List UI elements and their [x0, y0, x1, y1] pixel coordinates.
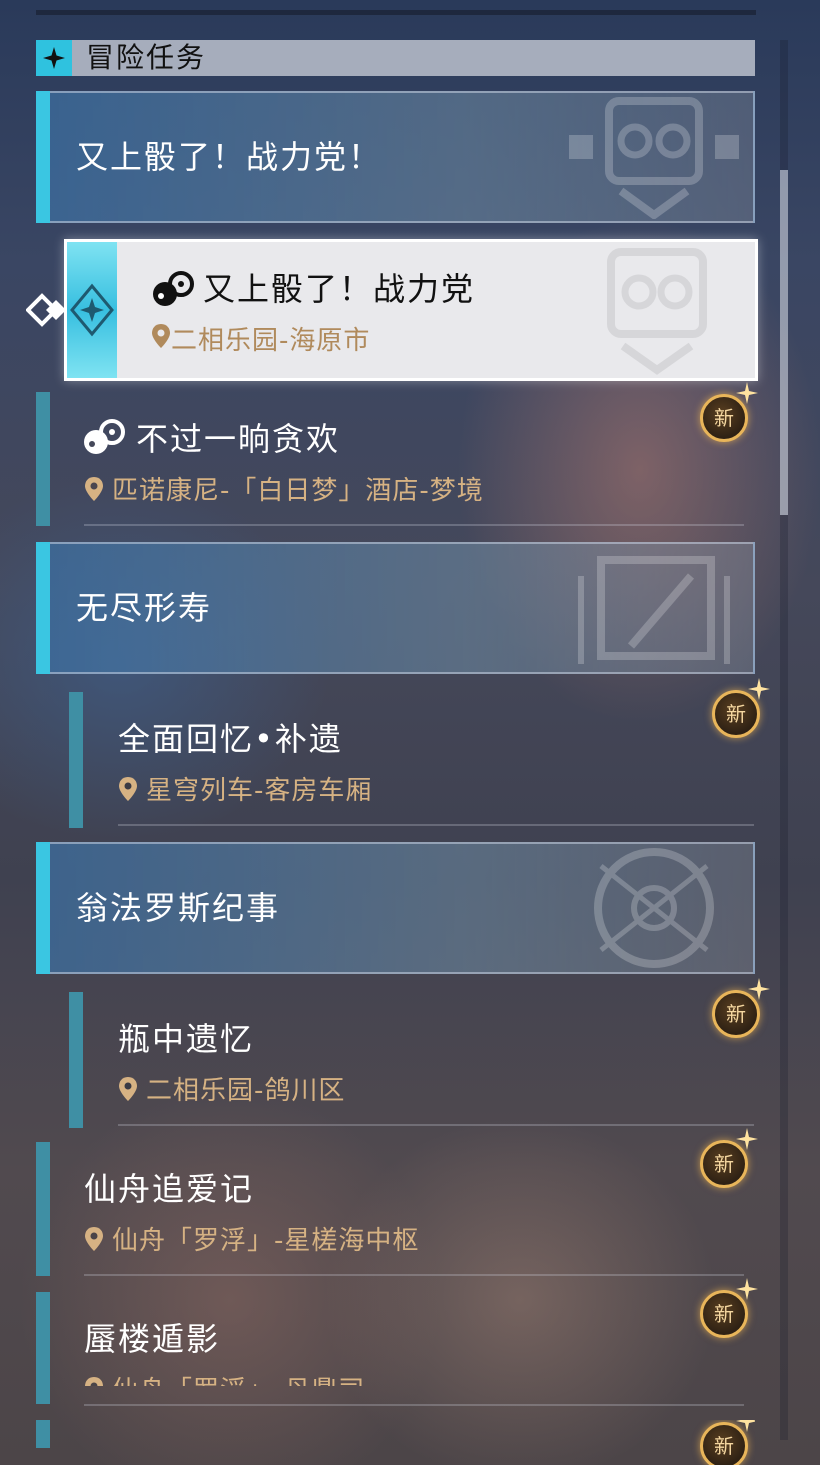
quest-item[interactable]: 瓶中遗忆 二相乐园-鸽川区 新 [36, 978, 770, 1130]
category-title: 无尽形寿 [76, 589, 213, 627]
sparkle-icon [736, 1420, 755, 1432]
quest-location: 星穹列车-客房车厢 [118, 770, 372, 807]
selected-quest-location: 二相乐园-海原市 [151, 320, 370, 357]
quest-title: 全面回忆•补遗 [118, 720, 343, 758]
round-crest-emblem-icon [594, 848, 714, 968]
four-point-star-icon [36, 40, 72, 76]
selected-quest-card[interactable]: 又上骰了！战力党 二相乐园-海原市 [64, 239, 758, 381]
quest-location-text: 仙舟「罗浮」-星槎海中枢 [112, 1226, 420, 1256]
top-divider [36, 10, 756, 15]
quest-item[interactable]: 全面回忆•补遗 星穹列车-客房车厢 新 [36, 678, 770, 830]
quest-title: 蜃楼遁影 [84, 1320, 221, 1358]
location-pin-icon [85, 1377, 103, 1386]
divider [84, 1274, 744, 1276]
quest-bar [69, 692, 83, 828]
quest-item[interactable]: 新 [36, 1420, 755, 1465]
quest-location: 匹诺康尼-「白日梦」酒店-梦境 [84, 470, 484, 507]
quest-item[interactable]: 蜃楼遁影 仙舟「罗浮」-丹鼎司 新 [36, 1278, 758, 1428]
scroll-feather-emblem-icon [578, 556, 730, 664]
divider [118, 824, 754, 826]
section-header: 冒险任务 [36, 40, 755, 76]
quest-location-text: 仙舟「罗浮」-丹鼎司 [112, 1376, 365, 1386]
selection-arrow-icon [26, 293, 66, 327]
new-badge: 新 [696, 1278, 758, 1342]
mascot-emblem-icon [607, 248, 707, 375]
dice-quest-icon [153, 271, 194, 306]
quest-bar [69, 992, 83, 1128]
quest-location-text: 星穹列车-客房车厢 [146, 776, 373, 806]
selected-quest-location-text: 二相乐园-海原市 [171, 326, 371, 356]
divider [84, 524, 744, 526]
location-pin-icon [119, 777, 137, 801]
new-badge: 新 [696, 1420, 755, 1465]
quest-item[interactable]: 仙舟追爱记 仙舟「罗浮」-星槎海中枢 新 [36, 1128, 758, 1278]
new-badge: 新 [708, 978, 770, 1042]
selected-quest-side-panel [67, 242, 117, 378]
quest-title: 仙舟追爱记 [84, 1170, 255, 1208]
location-pin-icon [119, 1077, 137, 1101]
quest-location-text: 二相乐园-鸽川区 [146, 1076, 346, 1106]
quest-location: 仙舟「罗浮」-星槎海中枢 [84, 1220, 419, 1257]
divider [118, 1124, 754, 1126]
location-pin-icon [85, 477, 103, 501]
location-pin-icon [152, 324, 170, 348]
category-header[interactable]: 无尽形寿 [36, 542, 755, 674]
sparkle-icon [736, 1278, 758, 1300]
selected-quest-title: 又上骰了！战力党 [203, 270, 476, 308]
quest-bar [36, 1292, 50, 1404]
new-badge: 新 [708, 678, 770, 742]
scrollbar-thumb[interactable] [780, 170, 788, 515]
category-accent-bar [36, 91, 50, 223]
diamond-star-icon [70, 283, 114, 337]
dice-quest-icon [84, 419, 125, 454]
sparkle-icon [736, 1128, 758, 1150]
category-title: 翁法罗斯纪事 [76, 889, 281, 927]
sparkle-icon [736, 382, 758, 404]
sparkle-icon [748, 978, 770, 1000]
quest-bar [36, 1420, 50, 1448]
location-pin-icon [85, 1227, 103, 1251]
category-accent-bar [36, 842, 50, 974]
quest-bar [36, 1142, 50, 1276]
quest-title: 不过一晌贪欢 [136, 420, 341, 458]
quest-item[interactable]: 不过一晌贪欢 匹诺康尼-「白日梦」酒店-梦境 新 [36, 382, 758, 528]
sparkle-icon [748, 678, 770, 700]
category-header[interactable]: 又上骰了！战力党！ [36, 91, 755, 223]
new-badge: 新 [696, 382, 758, 446]
quest-location: 二相乐园-鸽川区 [118, 1070, 345, 1107]
quest-location-text: 匹诺康尼-「白日梦」酒店-梦境 [112, 476, 484, 506]
mascot-emblem-icon [569, 97, 739, 219]
quest-location: 仙舟「罗浮」-丹鼎司 [84, 1370, 365, 1386]
section-title: 冒险任务 [86, 41, 207, 74]
quest-title: 瓶中遗忆 [118, 1020, 255, 1058]
category-accent-bar [36, 542, 50, 674]
quest-bar [36, 392, 50, 526]
divider [84, 1404, 744, 1406]
category-title: 又上骰了！战力党！ [76, 138, 383, 176]
category-header[interactable]: 翁法罗斯纪事 [36, 842, 755, 974]
new-badge: 新 [696, 1128, 758, 1192]
